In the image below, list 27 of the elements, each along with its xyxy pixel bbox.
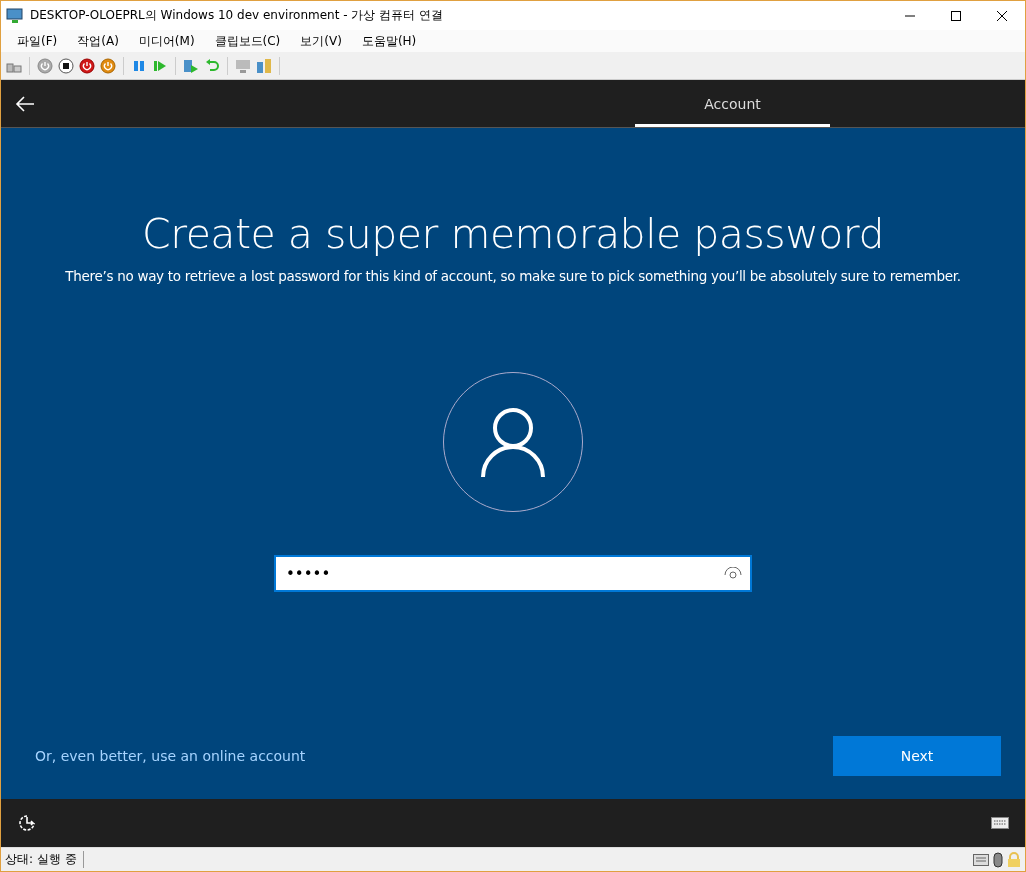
close-icon: [997, 10, 1007, 21]
menu-item[interactable]: 작업(A): [67, 32, 129, 50]
keyboard-icon: [973, 853, 989, 866]
eye-icon[interactable]: [724, 567, 742, 579]
mouse-icon: [993, 851, 1003, 868]
page-subtitle: There’s no way to retrieve a lost password for this kind of account, so make sure to pick something you’ll be absolutely sure to remember.: [65, 268, 961, 284]
monitor-icon: [6, 7, 24, 24]
menu-item[interactable]: 파일(F): [7, 32, 68, 50]
status-text: 상태: 실행 중: [5, 851, 84, 868]
maximize-icon: [951, 10, 961, 21]
person-icon: [480, 406, 546, 478]
power-icon[interactable]: [78, 56, 96, 75]
device-icon[interactable]: [255, 56, 273, 75]
power-icon[interactable]: [99, 56, 117, 75]
window-title: DESKTOP-OLOEPRL의 Windows 10 dev environment - 가상 컴퓨터 연결: [30, 7, 444, 24]
lock-icon: [1007, 851, 1021, 868]
password-field[interactable]: •••••: [274, 555, 752, 592]
menu-item[interactable]: 보기(V): [290, 32, 352, 50]
menu-item[interactable]: 클립보드(C): [204, 32, 291, 50]
next-button[interactable]: Next: [833, 736, 1001, 776]
page-heading: Create a super memorable password: [142, 210, 884, 258]
keyboard-icon[interactable]: [991, 817, 1009, 829]
stop-icon[interactable]: [57, 56, 75, 75]
menu-item[interactable]: 도움말(H): [351, 32, 427, 50]
online-account-link[interactable]: Or, even better, use an online account: [35, 748, 306, 764]
menu-item[interactable]: 미디어(M): [128, 32, 205, 50]
back-arrow-icon: [15, 95, 35, 112]
